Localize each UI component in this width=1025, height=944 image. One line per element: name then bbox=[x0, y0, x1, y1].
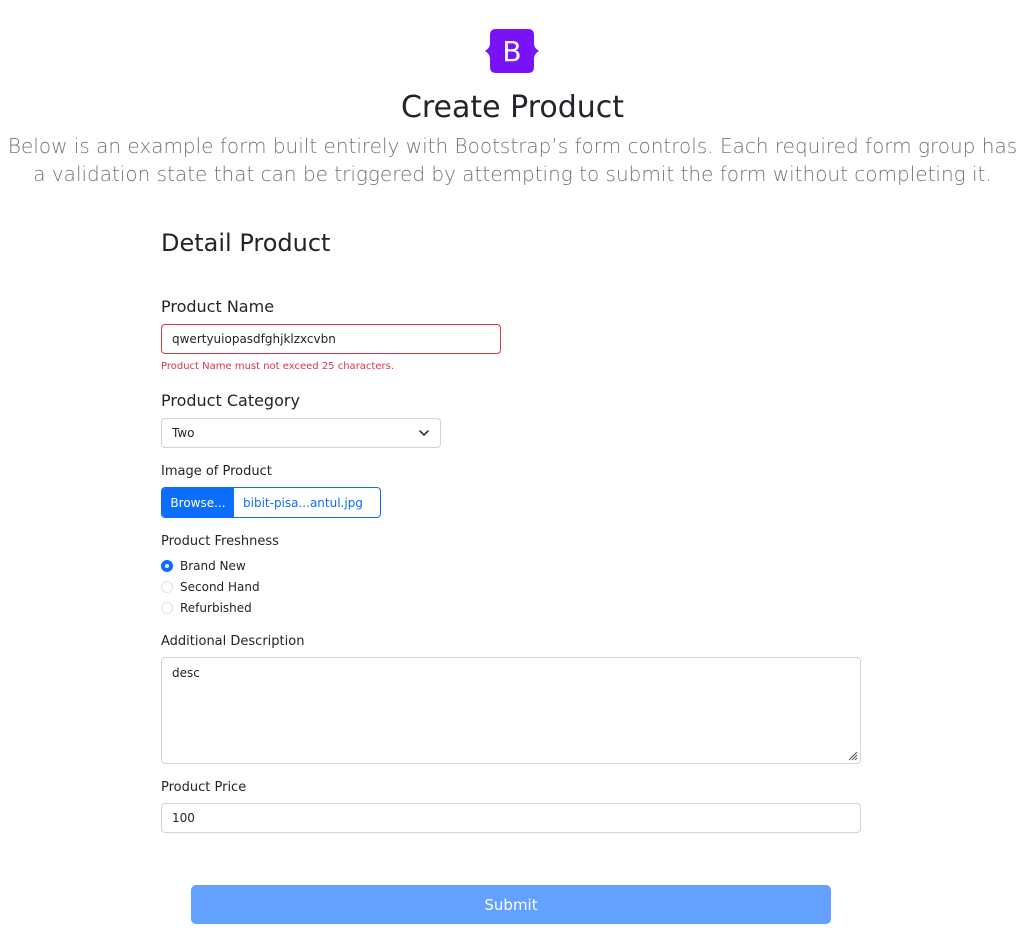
description-label: Additional Description bbox=[161, 634, 305, 649]
page-title: Create Product bbox=[400, 90, 625, 125]
radio-brand-new[interactable]: Brand New bbox=[161, 559, 246, 573]
price-input[interactable]: 100 bbox=[161, 803, 861, 833]
radio-refurbished[interactable]: Refurbished bbox=[161, 601, 252, 615]
logo-letter: B bbox=[502, 35, 521, 68]
browse-button[interactable]: Browse... bbox=[162, 488, 234, 517]
file-name: bibit-pisa...antul.jpg bbox=[243, 495, 363, 510]
radio-button[interactable] bbox=[161, 581, 173, 593]
freshness-label: Product Freshness bbox=[161, 534, 279, 549]
submit-button[interactable]: Submit bbox=[191, 885, 831, 924]
radio-button[interactable] bbox=[161, 602, 173, 614]
product-category-select[interactable]: Two bbox=[161, 418, 441, 448]
section-title: Detail Product bbox=[161, 229, 331, 257]
product-category-selected: Two bbox=[172, 426, 195, 440]
image-file-input[interactable]: Browse... bibit-pisa...antul.jpg bbox=[161, 487, 381, 518]
page-lead: Below is an example form built entirely … bbox=[7, 134, 1018, 186]
radio-label: Second Hand bbox=[180, 580, 260, 594]
product-name-error: Product Name must not exceed 25 characte… bbox=[161, 361, 394, 372]
bootstrap-logo-icon: B bbox=[484, 27, 540, 75]
description-textarea[interactable]: desc bbox=[161, 657, 861, 764]
description-value: desc bbox=[172, 666, 200, 680]
radio-label: Brand New bbox=[180, 559, 246, 573]
product-name-label: Product Name bbox=[161, 297, 275, 316]
radio-button-checked[interactable] bbox=[161, 560, 173, 572]
chevron-down-icon bbox=[419, 430, 429, 436]
radio-label: Refurbished bbox=[180, 601, 252, 615]
product-category-label: Product Category bbox=[161, 391, 300, 410]
product-name-input[interactable]: qwertyuiopasdfghjklzxcvbn bbox=[161, 324, 501, 354]
radio-second-hand[interactable]: Second Hand bbox=[161, 580, 260, 594]
resize-handle-icon[interactable] bbox=[846, 749, 858, 761]
price-label: Product Price bbox=[161, 780, 247, 795]
image-label: Image of Product bbox=[161, 464, 272, 479]
